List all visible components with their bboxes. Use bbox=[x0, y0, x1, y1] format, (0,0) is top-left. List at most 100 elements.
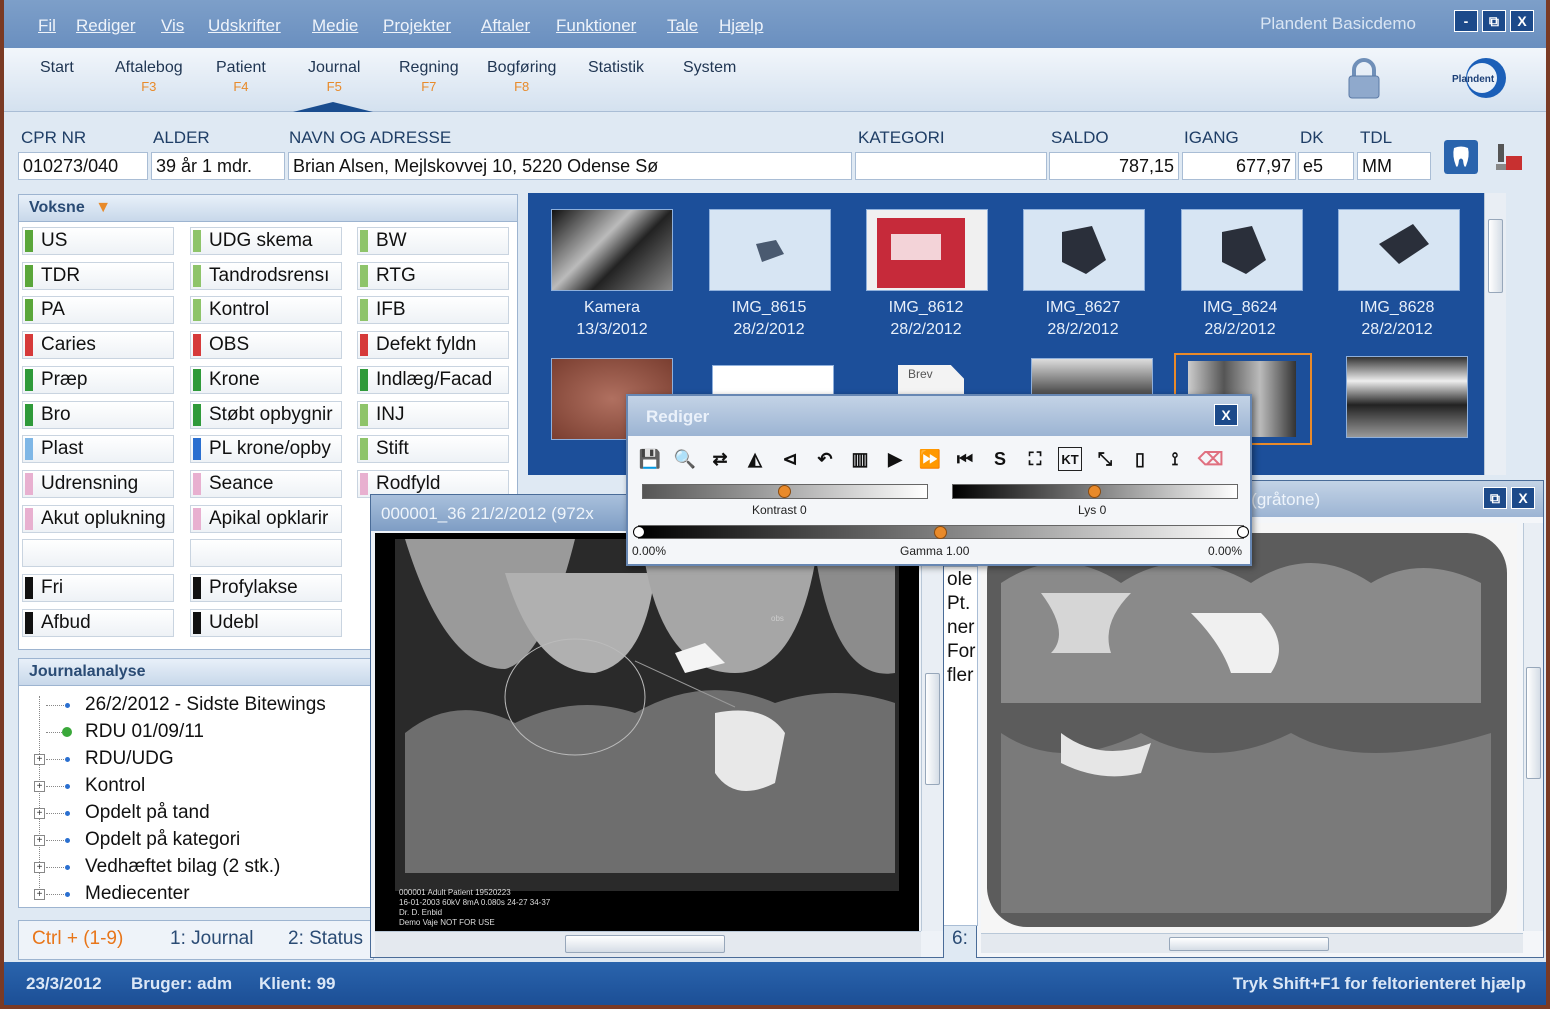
lys-slider[interactable] bbox=[952, 484, 1238, 499]
scroll-thumb[interactable] bbox=[1169, 937, 1329, 951]
media-thumb-img8615[interactable] bbox=[709, 209, 831, 291]
nav-patient[interactable]: Patient F4 bbox=[216, 59, 266, 94]
tree-item[interactable]: Mediecenter bbox=[85, 883, 190, 905]
category-item[interactable]: RTG bbox=[357, 261, 509, 290]
menu-vis[interactable]: Vis bbox=[161, 16, 184, 36]
gamma-knob[interactable] bbox=[934, 526, 947, 539]
menu-aftaler[interactable]: Aftaler bbox=[481, 16, 530, 36]
menu-medie[interactable]: Medie bbox=[312, 16, 358, 36]
tree-item[interactable]: Kontrol bbox=[85, 775, 145, 797]
media-thumb-img8612[interactable] bbox=[866, 209, 988, 291]
lock-icon[interactable] bbox=[1346, 58, 1382, 100]
bitewing-hscroll[interactable] bbox=[375, 931, 921, 957]
category-item[interactable]: Seance bbox=[190, 469, 342, 498]
category-item[interactable] bbox=[190, 539, 342, 568]
category-item[interactable]: Bro bbox=[22, 400, 174, 429]
media-thumb-kamera[interactable] bbox=[551, 209, 673, 291]
scroll-thumb[interactable] bbox=[1488, 219, 1503, 293]
scroll-thumb[interactable] bbox=[1526, 667, 1541, 779]
xray-canvas[interactable]: obs 000001 Adult Patient 19520223 16-01-… bbox=[375, 533, 919, 931]
expand-icon[interactable]: + bbox=[34, 754, 45, 765]
category-item[interactable]: OBS bbox=[190, 331, 342, 360]
restore-button[interactable]: ⧉ bbox=[1483, 487, 1507, 509]
alder-field[interactable]: 39 år 1 mdr. bbox=[151, 152, 285, 180]
nav-statistik[interactable]: Statistik bbox=[588, 59, 644, 79]
nav-journal[interactable]: Journal F5 bbox=[308, 59, 360, 94]
kontrast-knob[interactable] bbox=[778, 485, 791, 498]
tools-icon[interactable] bbox=[1492, 140, 1526, 174]
category-item[interactable]: Støbt opbygnir bbox=[190, 400, 342, 429]
media-thumb-img8627[interactable] bbox=[1023, 209, 1145, 291]
menu-rediger[interactable]: Rediger bbox=[76, 16, 136, 36]
grayscale-vscroll[interactable] bbox=[1523, 523, 1543, 931]
menu-funktioner[interactable]: Funktioner bbox=[556, 16, 636, 36]
gamma-slider[interactable] bbox=[633, 525, 1249, 539]
tab-journal[interactable]: 1: Journal bbox=[170, 928, 253, 950]
move-icon[interactable]: ⇄ bbox=[708, 447, 732, 471]
flip-horizontal-icon[interactable]: ◭ bbox=[743, 447, 767, 471]
fit-icon[interactable]: ⛶ bbox=[1023, 447, 1047, 471]
menu-udskrifter[interactable]: Udskrifter bbox=[208, 16, 281, 36]
category-item[interactable]: Profylakse bbox=[190, 574, 342, 602]
close-button[interactable]: X bbox=[1511, 487, 1535, 509]
cpr-field[interactable]: 010273/040 bbox=[18, 152, 148, 180]
group-selector[interactable]: Voksne ▼ bbox=[18, 194, 518, 222]
tree-item[interactable]: Vedhæftet bilag (2 stk.) bbox=[85, 856, 280, 878]
navn-field[interactable]: Brian Alsen, Mejlskovvej 10, 5220 Odense… bbox=[288, 152, 852, 180]
category-item[interactable]: TDR bbox=[22, 261, 174, 290]
tree-item[interactable]: RDU 01/09/11 bbox=[85, 721, 204, 743]
category-item[interactable]: Krone bbox=[190, 365, 342, 394]
category-item[interactable]: Apikal opklarir bbox=[190, 504, 342, 533]
minimize-button[interactable]: - bbox=[1454, 10, 1478, 32]
category-item[interactable]: Præp bbox=[22, 365, 174, 394]
flip-vertical-icon[interactable]: ⊲ bbox=[778, 447, 802, 471]
save-icon[interactable]: 💾 bbox=[638, 447, 662, 471]
nav-aftalebog[interactable]: Aftalebog F3 bbox=[115, 59, 183, 94]
play-icon[interactable]: ▶ bbox=[883, 447, 907, 471]
kategori-field[interactable] bbox=[855, 152, 1047, 180]
category-item[interactable]: PL krone/opby bbox=[190, 435, 342, 464]
nav-system[interactable]: System bbox=[683, 59, 736, 79]
media-thumb-xray-3[interactable] bbox=[1346, 356, 1468, 438]
expand-icon[interactable]: + bbox=[34, 781, 45, 792]
tree-item[interactable]: 26/2/2012 - Sidste Bitewings bbox=[85, 694, 326, 716]
menu-hjaelp[interactable]: Hjælp bbox=[719, 16, 763, 36]
tree-item[interactable]: RDU/UDG bbox=[85, 748, 174, 770]
calibrate-icon[interactable]: ▥ bbox=[848, 447, 872, 471]
gamma-black-point[interactable] bbox=[633, 526, 645, 538]
tree-item[interactable]: Opdelt på kategori bbox=[85, 829, 240, 851]
category-item[interactable]: Plast bbox=[22, 435, 174, 464]
tdl-field[interactable]: MM bbox=[1357, 152, 1431, 180]
kontrast-slider[interactable] bbox=[642, 484, 928, 499]
expand-icon[interactable]: + bbox=[34, 862, 45, 873]
nav-bogforing[interactable]: Bogføring F8 bbox=[487, 59, 556, 94]
close-button[interactable]: X bbox=[1510, 10, 1534, 32]
category-item[interactable]: Udebl bbox=[190, 608, 342, 637]
measure-icon[interactable]: ⤡ bbox=[1093, 447, 1117, 471]
expand-icon[interactable]: + bbox=[34, 835, 45, 846]
pointer-icon[interactable]: ⟟ bbox=[1163, 447, 1187, 471]
expand-icon[interactable]: + bbox=[34, 808, 45, 819]
category-item[interactable]: INJ bbox=[357, 400, 509, 429]
category-item[interactable]: Indlæg/Facad bbox=[357, 365, 509, 394]
media-scrollbar[interactable] bbox=[1484, 193, 1506, 475]
category-item[interactable]: PA bbox=[22, 296, 174, 325]
rotate-icon[interactable]: ↶ bbox=[813, 447, 837, 471]
category-item[interactable]: Fri bbox=[22, 574, 174, 602]
saldo-field[interactable]: 787,15 bbox=[1049, 152, 1179, 180]
ruler-icon[interactable]: ▯ bbox=[1128, 447, 1152, 471]
dialog-close-button[interactable]: X bbox=[1214, 404, 1238, 426]
tooth-chart-icon[interactable] bbox=[1444, 140, 1478, 174]
eraser-icon[interactable]: ⌫ bbox=[1198, 447, 1223, 471]
menu-fil[interactable]: Fil bbox=[38, 16, 56, 36]
bitewing-vscroll[interactable] bbox=[921, 533, 943, 931]
media-thumb-img8624[interactable] bbox=[1181, 209, 1303, 291]
category-item[interactable]: UDG skema bbox=[190, 227, 342, 255]
restore-button[interactable]: ⧉ bbox=[1482, 10, 1506, 32]
scroll-thumb[interactable] bbox=[565, 935, 725, 953]
menu-projekter[interactable]: Projekter bbox=[383, 16, 451, 36]
category-item[interactable]: Stift bbox=[357, 435, 509, 464]
category-item[interactable]: Udrensning bbox=[22, 469, 174, 498]
forward-icon[interactable]: ⏩ bbox=[918, 447, 942, 471]
tab-6[interactable]: 6: bbox=[952, 928, 968, 950]
